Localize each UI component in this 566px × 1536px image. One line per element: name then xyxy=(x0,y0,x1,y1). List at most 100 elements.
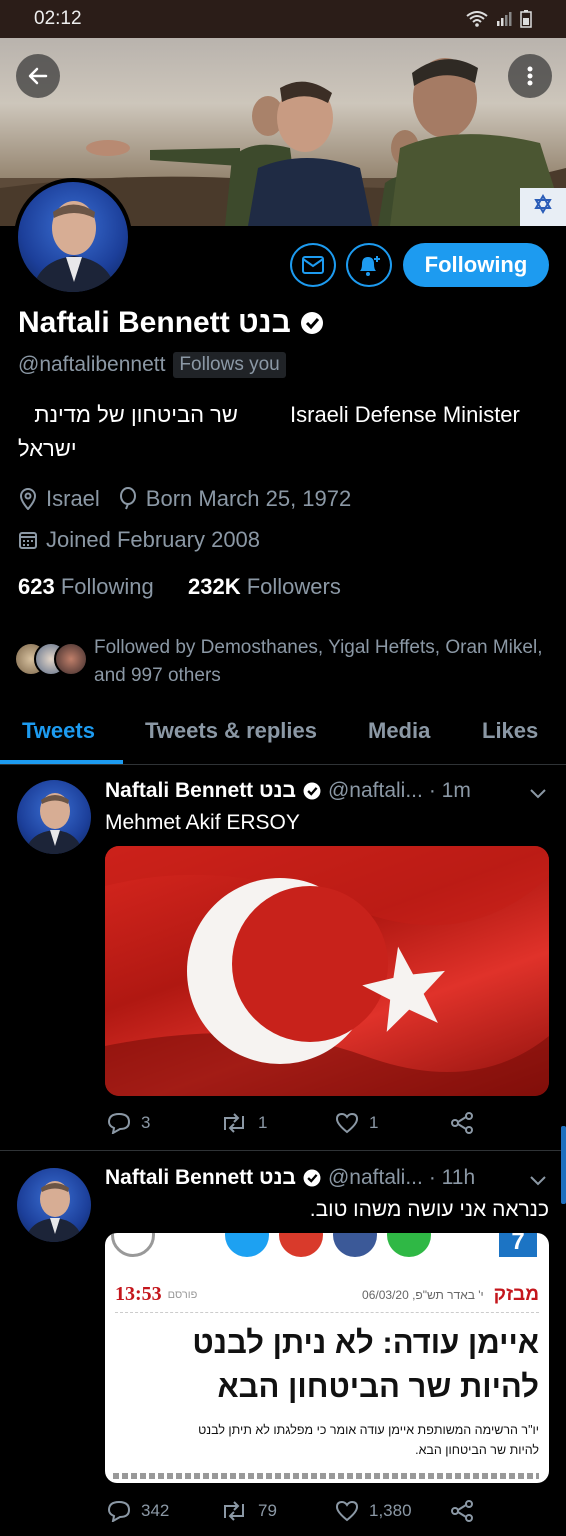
whatsapp-share-icon xyxy=(387,1233,431,1257)
profile-avatar[interactable] xyxy=(14,178,132,296)
share-action[interactable] xyxy=(450,1500,474,1522)
tab-tweets-replies[interactable]: Tweets & replies xyxy=(145,718,317,744)
joined-row: Joined February 2008 xyxy=(18,527,260,553)
heart-icon xyxy=(335,1112,359,1134)
tweet-time: · 11h xyxy=(428,1166,476,1189)
article-headline-line1: איימן עודה: לא ניתן לבנט xyxy=(192,1325,539,1360)
like-action[interactable]: 1 xyxy=(335,1112,378,1134)
tweet-image-turkish-flag[interactable] xyxy=(105,846,549,1096)
reply-action[interactable]: 3 xyxy=(107,1112,150,1134)
tweet-text: כנראה אני עושה משהו טוב. xyxy=(309,1198,549,1221)
retweet-count: 79 xyxy=(258,1501,277,1520)
tweet-image-article[interactable]: 7 13:53 פורסם 06/03/20 ,י' באדר תש"פ מבז… xyxy=(105,1233,549,1483)
tweet-menu-chevron-icon[interactable] xyxy=(528,788,548,800)
tweet-author-name[interactable]: Naftali Bennett בנט xyxy=(105,779,296,803)
like-count: 1,380 xyxy=(369,1501,412,1520)
bell-plus-icon xyxy=(360,256,380,276)
flag-graphic xyxy=(105,846,549,1096)
tweet-avatar[interactable] xyxy=(17,780,91,854)
back-arrow-icon xyxy=(28,67,48,85)
tweet-time: · 1m xyxy=(428,779,471,802)
followed-by-text[interactable]: Followed by Demosthanes, Yigal Heffets, … xyxy=(94,634,544,690)
status-icons xyxy=(466,10,532,28)
following-label: Following xyxy=(60,574,154,599)
email-share-icon xyxy=(279,1233,323,1257)
location-pin-icon xyxy=(19,488,37,510)
bio-hebrew-line2: ישראל xyxy=(18,436,77,461)
article-meta-row: 13:53 פורסם 06/03/20 ,י' באדר תש"פ מבזק xyxy=(115,1283,539,1313)
tweet-menu-chevron-icon[interactable] xyxy=(528,1175,548,1187)
location-text: Israel xyxy=(46,486,100,511)
following-button[interactable]: Following xyxy=(403,243,549,287)
tab-media[interactable]: Media xyxy=(368,718,430,744)
followers-count-link[interactable]: 232K Followers xyxy=(188,574,341,600)
tweet-avatar[interactable] xyxy=(17,1168,91,1242)
tweet-author-name[interactable]: Naftali Bennett בנט xyxy=(105,1166,296,1190)
verified-badge-icon xyxy=(303,1169,321,1187)
profile-handle: @naftalibennett xyxy=(18,353,166,376)
balloon-icon xyxy=(119,487,136,510)
tweet-divider xyxy=(0,1150,566,1151)
followed-by-avatars[interactable] xyxy=(14,642,88,676)
article-time: 13:53 xyxy=(115,1283,162,1305)
verified-badge-icon xyxy=(300,312,323,334)
article-published-label: פורסם xyxy=(167,1288,198,1301)
battery-icon xyxy=(520,10,532,28)
tab-likes[interactable]: Likes xyxy=(482,718,538,744)
article-share-bar: 7 xyxy=(105,1233,549,1257)
retweet-action[interactable]: 1 xyxy=(220,1112,267,1134)
followers-label: Followers xyxy=(246,574,341,599)
scroll-indicator[interactable] xyxy=(561,1126,566,1204)
heart-icon xyxy=(335,1500,359,1522)
more-vertical-icon xyxy=(527,66,533,86)
following-count-link[interactable]: 623 Following xyxy=(18,574,154,600)
bio-hebrew-line1: שר הביטחון של מדינת xyxy=(34,402,238,427)
bio-english: Israeli Defense Minister xyxy=(290,402,520,427)
tweet-text: Mehmet Akif ERSOY xyxy=(105,811,300,834)
reply-icon xyxy=(107,1112,131,1134)
article-body-line2: להיות שר הביטחון הבא. xyxy=(415,1443,539,1457)
share-icon xyxy=(451,1112,473,1134)
tweet-author-handle: @naftali... xyxy=(327,1166,423,1189)
reply-icon xyxy=(107,1500,131,1522)
profile-name: Naftali Bennett בנט xyxy=(18,306,291,339)
share-action[interactable] xyxy=(450,1112,474,1134)
tab-tweets[interactable]: Tweets xyxy=(22,718,95,744)
avatar-photo xyxy=(32,201,116,292)
wifi-icon xyxy=(466,11,488,27)
tabs-divider xyxy=(0,764,566,765)
status-time: 02:12 xyxy=(34,8,82,29)
follower-avatar xyxy=(54,642,88,676)
tweet-header: Naftali Bennett בנט @naftali... · 1m xyxy=(105,779,555,803)
retweet-icon xyxy=(224,1113,244,1133)
back-button[interactable] xyxy=(16,54,60,98)
signal-icon xyxy=(497,12,512,26)
like-action[interactable]: 1,380 xyxy=(335,1500,412,1522)
retweet-icon xyxy=(224,1501,244,1521)
follows-you-badge: Follows you xyxy=(173,352,286,378)
twitter-share-icon xyxy=(225,1233,269,1257)
tweet-author-handle: @naftali... xyxy=(327,779,423,802)
more-options-button[interactable] xyxy=(508,54,552,98)
share-icon xyxy=(451,1500,473,1522)
following-count: 623 xyxy=(18,574,55,599)
article-body-line1: יו"ר הרשימה המשותפת איימן עודה אומר כי מ… xyxy=(198,1423,539,1437)
article-headline-line2: להיות שר הביטחון הבא xyxy=(217,1369,539,1404)
message-button[interactable] xyxy=(290,243,336,287)
handle-row: @naftalibennett Follows you xyxy=(18,352,286,378)
article-date: 06/03/20 ,י' באדר תש"פ xyxy=(362,1287,484,1302)
status-bar: 02:12 xyxy=(0,0,566,38)
reply-action[interactable]: 342 xyxy=(107,1500,169,1522)
retweet-action[interactable]: 79 xyxy=(220,1500,277,1522)
calendar-icon xyxy=(19,532,37,549)
joined-text: Joined February 2008 xyxy=(46,527,261,552)
notifications-button[interactable] xyxy=(346,243,392,287)
article-tag: מבזק xyxy=(493,1283,539,1305)
reply-count: 3 xyxy=(141,1113,151,1132)
article-body-cutoff xyxy=(113,1473,539,1479)
tweet-avatar-photo xyxy=(25,1181,83,1242)
location-row: Israel Born March 25, 1972 xyxy=(18,486,351,512)
tweet-header: Naftali Bennett בנט @naftali... · 11h xyxy=(105,1166,555,1190)
birthday-text: Born March 25, 1972 xyxy=(145,486,352,511)
verified-badge-icon xyxy=(303,782,321,800)
